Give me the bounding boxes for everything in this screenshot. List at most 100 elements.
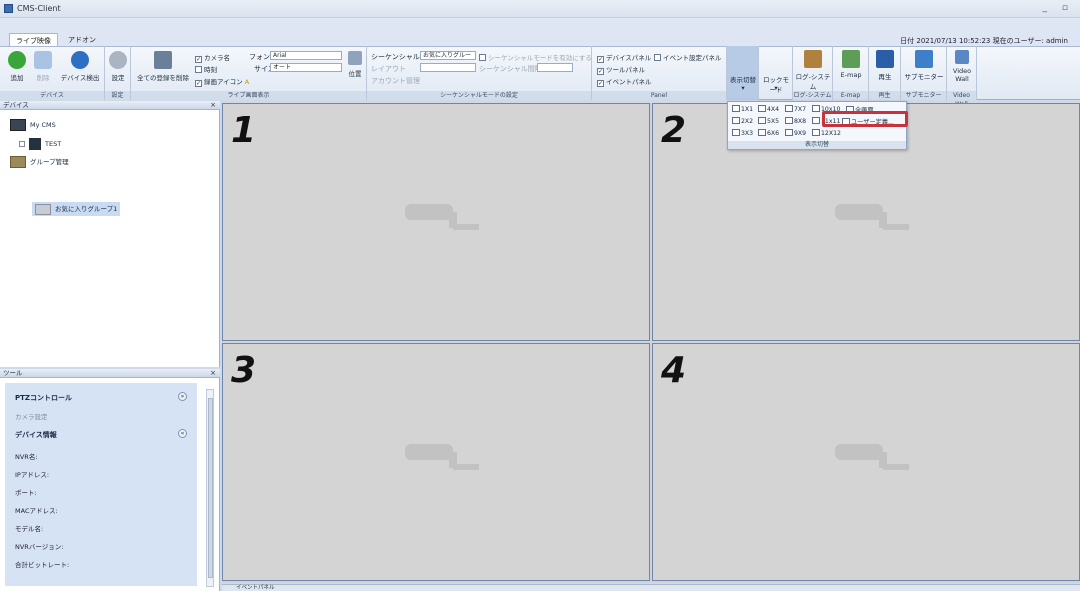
tool-panel-checkbox[interactable]: ✓ ツールパネル	[597, 64, 645, 75]
add-button[interactable]: 追加	[6, 51, 28, 82]
cell-number: 4	[661, 350, 687, 391]
device-detect-button[interactable]: デバイス検出	[58, 51, 102, 82]
ptz-control-header[interactable]: PTZコントロール	[15, 393, 72, 403]
tool-panel-body: PTZコントロール » カメラ設定 デバイス情報 « NVR名: IPアドレス:…	[5, 383, 197, 586]
close-icon[interactable]: ×	[210, 369, 216, 378]
lock-mode-button[interactable]: ロックモード ▾	[759, 46, 793, 100]
mac-address-field: MACアドレス:	[15, 507, 58, 515]
tree-item-test[interactable]: TEST	[19, 138, 61, 150]
device-info-header[interactable]: デバイス情報	[15, 430, 57, 440]
playback-icon	[876, 50, 894, 68]
position-button[interactable]: 位置	[345, 51, 365, 78]
scrollbar-thumb[interactable]	[208, 398, 213, 578]
playback-button[interactable]: 再生 再生	[869, 46, 901, 100]
plus-icon	[8, 51, 26, 69]
group-caption-playback: 再生	[869, 91, 900, 100]
font-select[interactable]: Arial	[270, 51, 342, 60]
cell-number: 2	[661, 110, 687, 151]
group-device: 追加 削除 デバイス検出 デバイス	[0, 46, 105, 100]
video-cell[interactable]: 4	[652, 343, 1080, 581]
tree-item-my-cms[interactable]: My CMS	[10, 119, 56, 131]
size-select[interactable]: オート	[270, 63, 342, 72]
device-panel-checkbox[interactable]: ✓ デバイスパネル	[597, 52, 651, 63]
layout-6x6[interactable]: 6X6	[758, 129, 779, 137]
camera-setting-item[interactable]: カメラ設定	[15, 411, 48, 421]
ip-address-field: IPアドレス:	[15, 471, 50, 479]
video-grid: 1 2 3 4	[222, 103, 1080, 583]
sequential-label: シーケンシャル	[371, 53, 420, 61]
grid-position-icon	[348, 51, 362, 65]
nvr-icon	[29, 138, 41, 150]
app-icon	[4, 4, 13, 13]
layout-8x8[interactable]: 8X8	[785, 117, 806, 125]
delete-icon	[34, 51, 52, 69]
highlight-box	[822, 111, 908, 127]
device-panel-header: デバイス ×	[0, 101, 220, 110]
clear-grid-icon	[154, 51, 172, 69]
camera-placeholder-icon	[405, 444, 479, 470]
emap-button[interactable]: E-map E-map	[833, 46, 869, 100]
display-switch-button[interactable]: 表示切替 ▾	[727, 46, 759, 100]
nvr-version-field: NVRバージョン:	[15, 543, 64, 551]
event-setting-panel-checkbox[interactable]: イベント設定パネル	[654, 52, 722, 62]
tool-panel-scrollbar[interactable]	[206, 389, 214, 587]
group-caption-emap: E-map	[833, 91, 868, 100]
device-panel: デバイス × My CMS TEST グループ管理 お気に入りグループ1	[0, 101, 220, 367]
video-cell[interactable]: 1	[222, 103, 650, 341]
folder-icon	[35, 203, 51, 215]
group-caption-video-wall: Video Wall	[947, 91, 976, 108]
layout-1x1[interactable]: 1X1	[732, 105, 753, 113]
window-title: CMS-Client	[17, 4, 61, 13]
video-wall-button[interactable]: Video Wall Video Wall	[947, 46, 977, 108]
tab-live-video[interactable]: ライブ映像	[9, 33, 58, 46]
tab-addon[interactable]: アドオン	[62, 33, 102, 46]
cell-number: 1	[231, 110, 257, 151]
sequential-group-select[interactable]: お気に入りグルー	[420, 51, 476, 60]
event-panel-checkbox[interactable]: ✓ イベントパネル	[597, 76, 652, 87]
log-system-button[interactable]: ログ-システム ログ-システム	[793, 46, 833, 100]
layout-9x9[interactable]: 9X9	[785, 129, 806, 137]
interval-select[interactable]	[537, 63, 573, 72]
event-panel-bar[interactable]: イベントパネル	[222, 584, 1080, 591]
chevron-up-icon[interactable]: «	[178, 429, 187, 438]
tree-item-group-management[interactable]: グループ管理	[10, 156, 69, 168]
cell-number: 3	[231, 350, 257, 391]
tree-item-favorite-group[interactable]: お気に入りグループ1	[32, 202, 121, 216]
group-sequence: シーケンシャル お気に入りグルー シーケンシャルモードを有効にする レイアウト …	[367, 46, 592, 100]
delete-button[interactable]: 削除	[32, 51, 54, 82]
close-icon[interactable]: ×	[210, 101, 216, 110]
gear-icon	[109, 51, 127, 69]
clear-all-registrations-button[interactable]: 全ての登録を削除	[135, 51, 191, 82]
layout-4x4[interactable]: 4X4	[758, 105, 779, 113]
layout-label: レイアウト	[371, 65, 406, 73]
layout-5x5[interactable]: 5X5	[758, 117, 779, 125]
video-wall-icon-wrap: Video Wall	[948, 50, 976, 83]
group-live-display: 全ての登録を削除 ✓ カメラ名 時刻 ✓ 録画アイコン A フォント Arial サ…	[131, 46, 367, 100]
camera-name-checkbox[interactable]: ✓ カメラ名	[195, 52, 230, 63]
setting-button[interactable]: 設定	[107, 51, 129, 82]
layout-12x12[interactable]: 12X12	[812, 129, 841, 137]
layout-3x3[interactable]: 3X3	[732, 129, 753, 137]
window-controls[interactable]: _ ▫	[1043, 3, 1074, 13]
tool-panel-header: ツール ×	[0, 369, 220, 378]
account-management-link[interactable]: アカウント管理	[371, 76, 420, 86]
group-caption-device: デバイス	[0, 91, 104, 100]
layout-7x7[interactable]: 7X7	[785, 105, 806, 113]
camera-placeholder-icon	[835, 204, 909, 230]
chevron-down-icon[interactable]: »	[178, 392, 187, 401]
layout-select[interactable]	[420, 63, 476, 72]
rec-icon-checkbox[interactable]: ✓ 録画アイコン A	[195, 76, 249, 87]
cms-icon	[10, 119, 26, 131]
monitor-icon	[915, 50, 933, 68]
title-bar	[0, 0, 1080, 18]
layout-2x2[interactable]: 2X2	[732, 117, 753, 125]
sub-monitor-button[interactable]: サブモニター サブモニター	[901, 46, 947, 100]
sub-monitor-icon-wrap: サブモニター	[903, 50, 945, 81]
interval-label: シーケンシャル間隔	[479, 65, 542, 73]
video-cell[interactable]: 3	[222, 343, 650, 581]
emap-icon-wrap: E-map	[835, 50, 867, 79]
time-checkbox[interactable]: 時刻	[195, 64, 217, 74]
sequential-enable-checkbox[interactable]: シーケンシャルモードを有効にする	[479, 52, 592, 62]
search-icon	[71, 51, 89, 69]
chevron-down-icon: ▾	[741, 84, 745, 92]
